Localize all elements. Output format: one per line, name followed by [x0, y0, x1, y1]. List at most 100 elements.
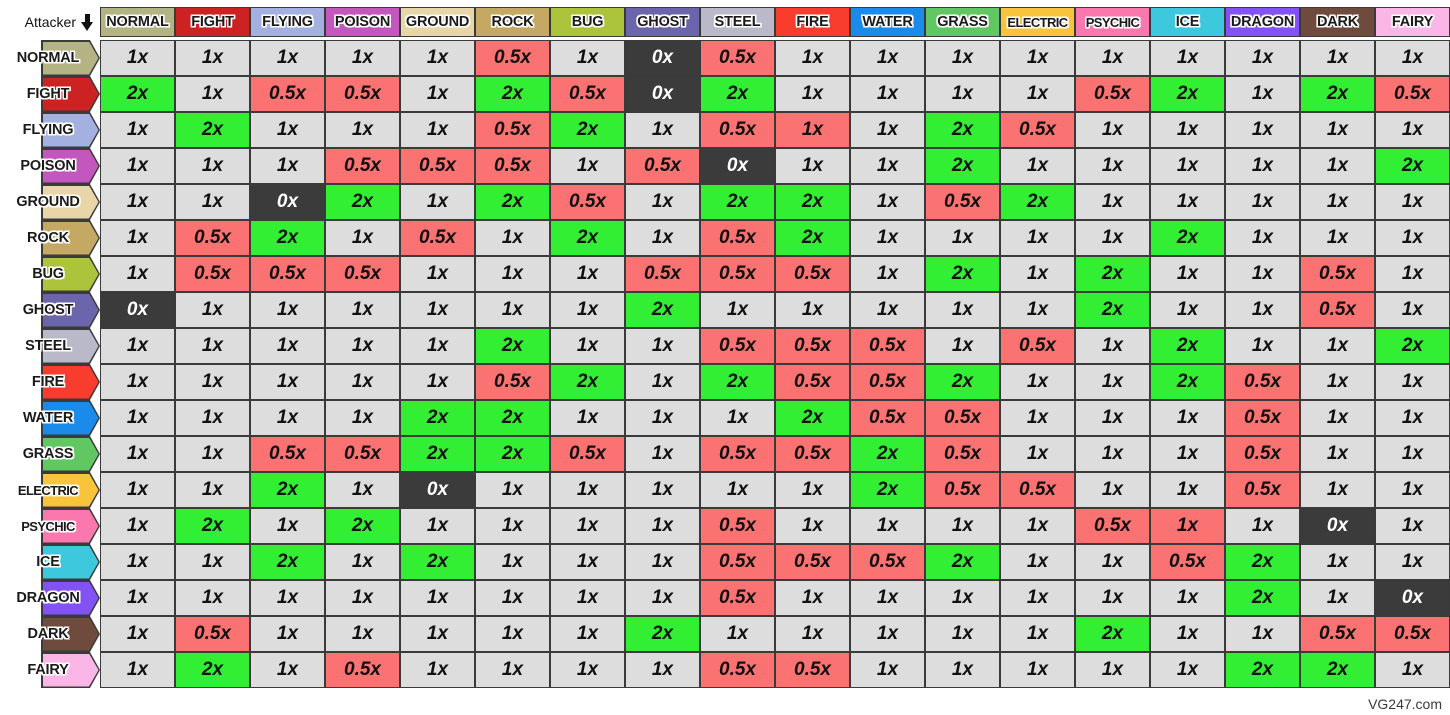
cell-water-fire[interactable]: 2x [775, 400, 850, 436]
row-header-steel[interactable]: STEEL [0, 328, 100, 364]
cell-grass-ghost[interactable]: 1x [625, 436, 700, 472]
cell-fairy-bug[interactable]: 1x [550, 652, 625, 688]
cell-water-poison[interactable]: 1x [325, 400, 400, 436]
cell-electric-electric[interactable]: 0.5x [1000, 472, 1075, 508]
cell-dark-dark[interactable]: 0.5x [1300, 616, 1375, 652]
cell-steel-dark[interactable]: 1x [1300, 328, 1375, 364]
cell-dark-fire[interactable]: 1x [775, 616, 850, 652]
column-header-ghost[interactable]: GHOST [625, 7, 700, 37]
cell-dark-steel[interactable]: 1x [700, 616, 775, 652]
cell-steel-steel[interactable]: 0.5x [700, 328, 775, 364]
cell-psychic-steel[interactable]: 0.5x [700, 508, 775, 544]
cell-fight-fairy[interactable]: 0.5x [1375, 76, 1450, 112]
cell-rock-dragon[interactable]: 1x [1225, 220, 1300, 256]
cell-psychic-dark[interactable]: 0x [1300, 508, 1375, 544]
cell-fire-fairy[interactable]: 1x [1375, 364, 1450, 400]
cell-ghost-psychic[interactable]: 2x [1075, 292, 1150, 328]
column-header-steel[interactable]: STEEL [700, 7, 775, 37]
cell-ice-normal[interactable]: 1x [100, 544, 175, 580]
cell-fairy-rock[interactable]: 1x [475, 652, 550, 688]
cell-ground-grass[interactable]: 0.5x [925, 184, 1000, 220]
cell-grass-poison[interactable]: 0.5x [325, 436, 400, 472]
cell-fight-grass[interactable]: 1x [925, 76, 1000, 112]
cell-normal-fight[interactable]: 1x [175, 40, 250, 76]
cell-fairy-water[interactable]: 1x [850, 652, 925, 688]
cell-bug-ground[interactable]: 1x [400, 256, 475, 292]
column-header-water[interactable]: WATER [850, 7, 925, 37]
cell-normal-ground[interactable]: 1x [400, 40, 475, 76]
cell-fairy-ice[interactable]: 1x [1150, 652, 1225, 688]
cell-ghost-steel[interactable]: 1x [700, 292, 775, 328]
cell-ice-bug[interactable]: 1x [550, 544, 625, 580]
cell-dragon-dragon[interactable]: 2x [1225, 580, 1300, 616]
cell-fairy-fight[interactable]: 2x [175, 652, 250, 688]
row-header-fight[interactable]: FIGHT [0, 76, 100, 112]
cell-normal-flying[interactable]: 1x [250, 40, 325, 76]
cell-ghost-normal[interactable]: 0x [100, 292, 175, 328]
cell-electric-rock[interactable]: 1x [475, 472, 550, 508]
column-header-fire[interactable]: FIRE [775, 7, 850, 37]
cell-normal-dark[interactable]: 1x [1300, 40, 1375, 76]
cell-flying-dragon[interactable]: 1x [1225, 112, 1300, 148]
cell-ghost-rock[interactable]: 1x [475, 292, 550, 328]
cell-psychic-ghost[interactable]: 1x [625, 508, 700, 544]
cell-electric-ground[interactable]: 0x [400, 472, 475, 508]
cell-grass-dark[interactable]: 1x [1300, 436, 1375, 472]
cell-ghost-dark[interactable]: 0.5x [1300, 292, 1375, 328]
cell-dark-water[interactable]: 1x [850, 616, 925, 652]
row-header-normal[interactable]: NORMAL [0, 40, 100, 76]
cell-ice-electric[interactable]: 1x [1000, 544, 1075, 580]
cell-ice-ice[interactable]: 0.5x [1150, 544, 1225, 580]
cell-ghost-electric[interactable]: 1x [1000, 292, 1075, 328]
cell-poison-ground[interactable]: 0.5x [400, 148, 475, 184]
cell-fairy-ground[interactable]: 1x [400, 652, 475, 688]
cell-grass-flying[interactable]: 0.5x [250, 436, 325, 472]
cell-water-flying[interactable]: 1x [250, 400, 325, 436]
cell-steel-rock[interactable]: 2x [475, 328, 550, 364]
cell-flying-normal[interactable]: 1x [100, 112, 175, 148]
cell-poison-rock[interactable]: 0.5x [475, 148, 550, 184]
cell-rock-ground[interactable]: 0.5x [400, 220, 475, 256]
cell-bug-rock[interactable]: 1x [475, 256, 550, 292]
row-header-flying[interactable]: FLYING [0, 112, 100, 148]
cell-grass-grass[interactable]: 0.5x [925, 436, 1000, 472]
cell-bug-poison[interactable]: 0.5x [325, 256, 400, 292]
cell-flying-rock[interactable]: 0.5x [475, 112, 550, 148]
cell-steel-normal[interactable]: 1x [100, 328, 175, 364]
cell-ghost-fight[interactable]: 1x [175, 292, 250, 328]
cell-psychic-fairy[interactable]: 1x [1375, 508, 1450, 544]
cell-ghost-bug[interactable]: 1x [550, 292, 625, 328]
row-header-poison[interactable]: POISON [0, 148, 100, 184]
cell-ice-fairy[interactable]: 1x [1375, 544, 1450, 580]
cell-fight-flying[interactable]: 0.5x [250, 76, 325, 112]
cell-normal-rock[interactable]: 0.5x [475, 40, 550, 76]
cell-ground-flying[interactable]: 0x [250, 184, 325, 220]
cell-ground-water[interactable]: 1x [850, 184, 925, 220]
cell-electric-bug[interactable]: 1x [550, 472, 625, 508]
row-header-ice[interactable]: ICE [0, 544, 100, 580]
cell-psychic-dragon[interactable]: 1x [1225, 508, 1300, 544]
cell-ghost-poison[interactable]: 1x [325, 292, 400, 328]
cell-bug-dark[interactable]: 0.5x [1300, 256, 1375, 292]
cell-water-bug[interactable]: 1x [550, 400, 625, 436]
cell-ground-bug[interactable]: 0.5x [550, 184, 625, 220]
cell-flying-bug[interactable]: 2x [550, 112, 625, 148]
cell-grass-rock[interactable]: 2x [475, 436, 550, 472]
cell-bug-water[interactable]: 1x [850, 256, 925, 292]
cell-grass-fight[interactable]: 1x [175, 436, 250, 472]
cell-normal-fire[interactable]: 1x [775, 40, 850, 76]
column-header-poison[interactable]: POISON [325, 7, 400, 37]
cell-ground-ghost[interactable]: 1x [625, 184, 700, 220]
cell-poison-psychic[interactable]: 1x [1075, 148, 1150, 184]
cell-fire-grass[interactable]: 2x [925, 364, 1000, 400]
cell-steel-bug[interactable]: 1x [550, 328, 625, 364]
cell-dragon-fight[interactable]: 1x [175, 580, 250, 616]
cell-fairy-psychic[interactable]: 1x [1075, 652, 1150, 688]
cell-fire-normal[interactable]: 1x [100, 364, 175, 400]
cell-dragon-electric[interactable]: 1x [1000, 580, 1075, 616]
cell-dragon-steel[interactable]: 0.5x [700, 580, 775, 616]
cell-psychic-water[interactable]: 1x [850, 508, 925, 544]
cell-rock-ghost[interactable]: 1x [625, 220, 700, 256]
cell-poison-normal[interactable]: 1x [100, 148, 175, 184]
cell-electric-ice[interactable]: 1x [1150, 472, 1225, 508]
